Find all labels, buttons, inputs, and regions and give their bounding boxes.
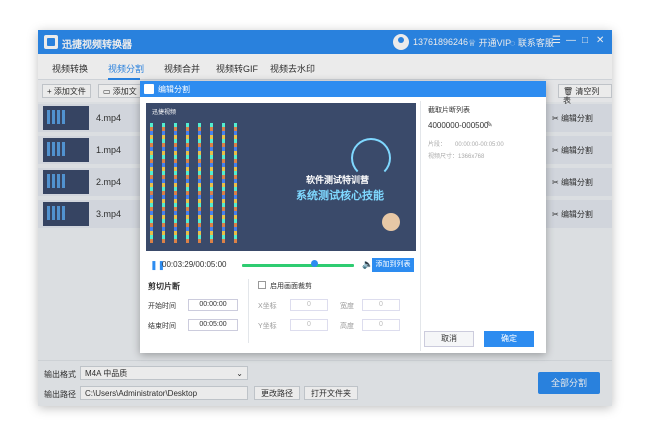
start-time-input[interactable]: 00:00:00 [188,299,238,311]
cancel-button[interactable]: 取消 [424,331,474,347]
app-window: 迅捷视频转换器 13761896246 ♕ 开通VIP ◌ 联系客服 ☰ — □… [38,30,612,406]
crop-x-label: X坐标 [258,303,277,310]
video-preview[interactable]: 迅捷视频 软件测试特训营 系统测试核心技能 [146,103,416,251]
cut-section-title: 剪切片断 [148,282,180,291]
crop-enable-label: 启用画面裁剪 [270,283,312,290]
confirm-button[interactable]: 确定 [484,331,534,347]
crop-width-input[interactable]: 0 [362,299,400,311]
video-caption-2: 系统测试核心技能 [296,190,384,202]
clip-resolution: 视频尺寸：1366x768 [428,154,485,160]
crop-width-label: 宽度 [340,303,354,310]
crop-y-label: Y坐标 [258,323,277,330]
presenter-avatar [382,213,400,231]
clip-name[interactable]: 4000000-000500 [428,121,489,130]
dialog-title: 编辑分割 [158,85,190,94]
clip-list-panel: 截取片断列表 4000000-000500 ✎ 片段： 00:00:00-00:… [424,103,542,303]
dialog-header: 编辑分割 [140,81,546,97]
playback-controls: ❚❚ 00:03:29/00:05:00 🔈 添加到列表 [146,257,416,273]
gauge-graphic [351,138,391,178]
clip-range: 片段： 00:00:00-00:05:00 [428,142,504,148]
edit-split-dialog: 编辑分割 迅捷视频 软件测试特训营 系统测试核心技能 ❚❚ 00:03:29/0… [140,81,546,353]
clip-list-title: 截取片断列表 [428,107,470,114]
video-caption-1: 软件测试特训营 [306,175,370,185]
start-time-label: 开始时间 [148,303,176,310]
video-icon-grid [150,123,246,243]
dialog-app-icon [144,84,154,94]
video-logo: 迅捷视频 [152,110,177,116]
trim-track[interactable] [242,264,354,267]
end-time-label: 结束时间 [148,323,176,330]
add-to-list-button[interactable]: 添加到列表 [372,258,414,272]
playhead-handle[interactable] [311,260,318,267]
end-time-input[interactable]: 00:05:00 [188,319,238,331]
section-divider [248,279,249,343]
crop-checkbox[interactable] [258,281,266,289]
timecode: 00:03:29/00:05:00 [162,260,227,269]
pencil-icon[interactable]: ✎ [486,120,493,129]
crop-height-input[interactable]: 0 [362,319,400,331]
crop-y-input[interactable]: 0 [290,319,328,331]
panel-divider [420,101,421,351]
crop-x-input[interactable]: 0 [290,299,328,311]
crop-height-label: 高度 [340,323,354,330]
